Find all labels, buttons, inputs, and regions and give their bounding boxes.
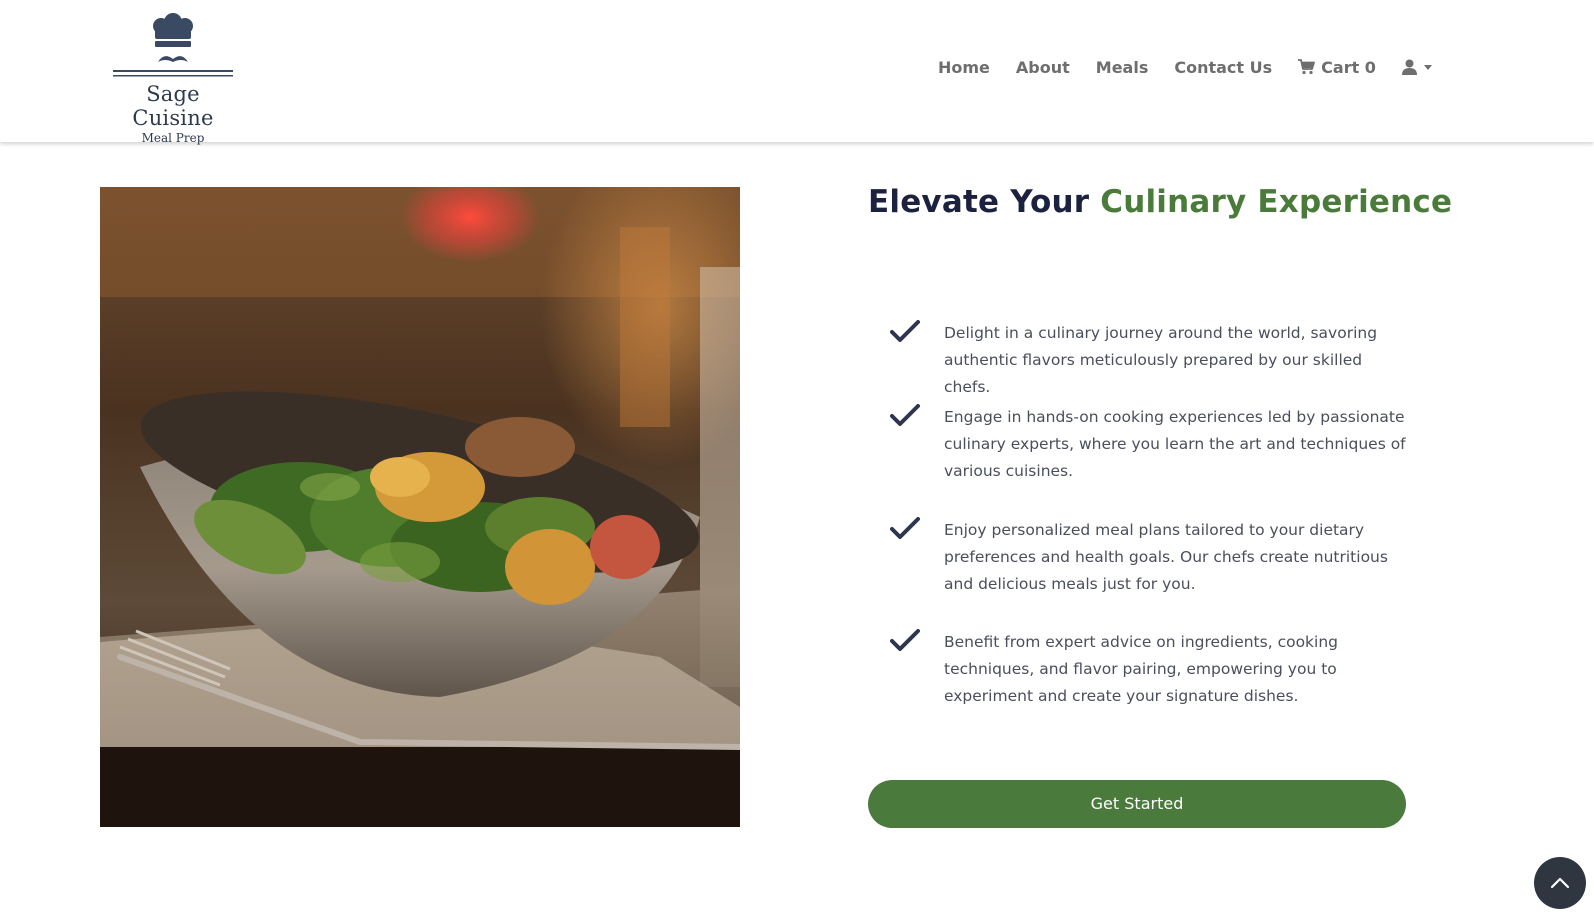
- checkmark-icon: [890, 320, 920, 342]
- cart-label: Cart 0: [1321, 57, 1376, 77]
- user-menu-toggle[interactable]: [1401, 59, 1432, 75]
- chef-hat-mustache-icon: [113, 13, 233, 77]
- checkmark-icon: [890, 629, 920, 651]
- get-started-button[interactable]: Get Started: [868, 780, 1406, 828]
- main-nav: Home About Meals Contact Us Cart 0: [938, 56, 1432, 78]
- chevron-up-icon: [1550, 877, 1570, 889]
- chevron-down-icon: [1423, 64, 1432, 70]
- brand-name: Sage Cuisine: [132, 82, 214, 130]
- user-icon: [1401, 59, 1417, 75]
- nav-home[interactable]: Home: [938, 58, 990, 77]
- hero-image: [100, 187, 740, 827]
- feature-text: Engage in hands-on cooking experiences l…: [944, 408, 1406, 480]
- brand-tagline: Meal Prep: [141, 131, 205, 145]
- feature-text: Benefit from expert advice on ingredient…: [944, 633, 1339, 705]
- brand-logo[interactable]: Sage Cuisine Meal Prep: [108, 12, 238, 145]
- nav-meals[interactable]: Meals: [1096, 58, 1149, 77]
- scroll-to-top-button[interactable]: [1534, 857, 1586, 909]
- feature-item: Enjoy personalized meal plans tailored t…: [890, 517, 1410, 598]
- nav-cart[interactable]: Cart 0: [1298, 58, 1376, 77]
- nav-about[interactable]: About: [1016, 58, 1070, 77]
- feature-item: Benefit from expert advice on ingredient…: [890, 629, 1410, 710]
- hero-title-accent: Culinary Experience: [1100, 184, 1453, 220]
- feature-text: Enjoy personalized meal plans tailored t…: [944, 521, 1388, 593]
- feature-item: Engage in hands-on cooking experiences l…: [890, 404, 1410, 485]
- salad-bowl-photo: [100, 187, 740, 827]
- shopping-cart-icon: [1298, 59, 1316, 75]
- checkmark-icon: [890, 517, 920, 539]
- hero-title-part1: Elevate Your: [868, 184, 1090, 220]
- hero-title: Elevate Your Culinary Experience: [868, 184, 1452, 220]
- checkmark-icon: [890, 404, 920, 426]
- feature-text: Delight in a culinary journey around the…: [944, 324, 1378, 396]
- site-header: Sage Cuisine Meal Prep Home About Meals …: [0, 0, 1594, 145]
- nav-contact-us[interactable]: Contact Us: [1174, 58, 1272, 77]
- feature-item: Delight in a culinary journey around the…: [890, 320, 1410, 401]
